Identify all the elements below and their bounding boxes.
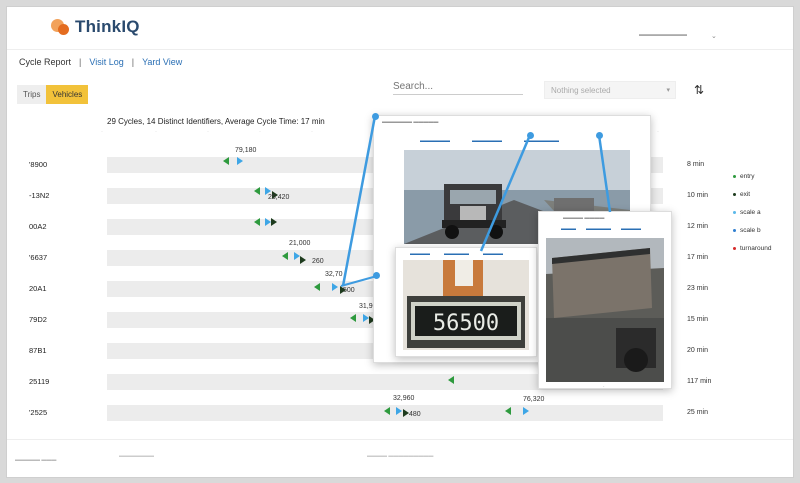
connector-anchor [373,272,380,279]
popup-connectors [340,115,612,287]
connector-anchor [527,132,534,139]
footer-link[interactable]: ▬▬▬▬▬▬▬ [119,453,154,459]
connector-anchor [372,113,379,120]
connector-anchor [596,132,603,139]
footer-link[interactable]: ▬▬▬▬ ▬▬▬▬▬▬▬▬▬ [367,453,433,459]
copyright: ▬▬▬▬▬ ▬▬▬ [15,457,57,463]
footer-divider [7,439,793,440]
app-frame: ThinkIQ ▬▬▬▬▬▬▬▬ ⌄ Cycle Report | Visit … [6,6,794,478]
